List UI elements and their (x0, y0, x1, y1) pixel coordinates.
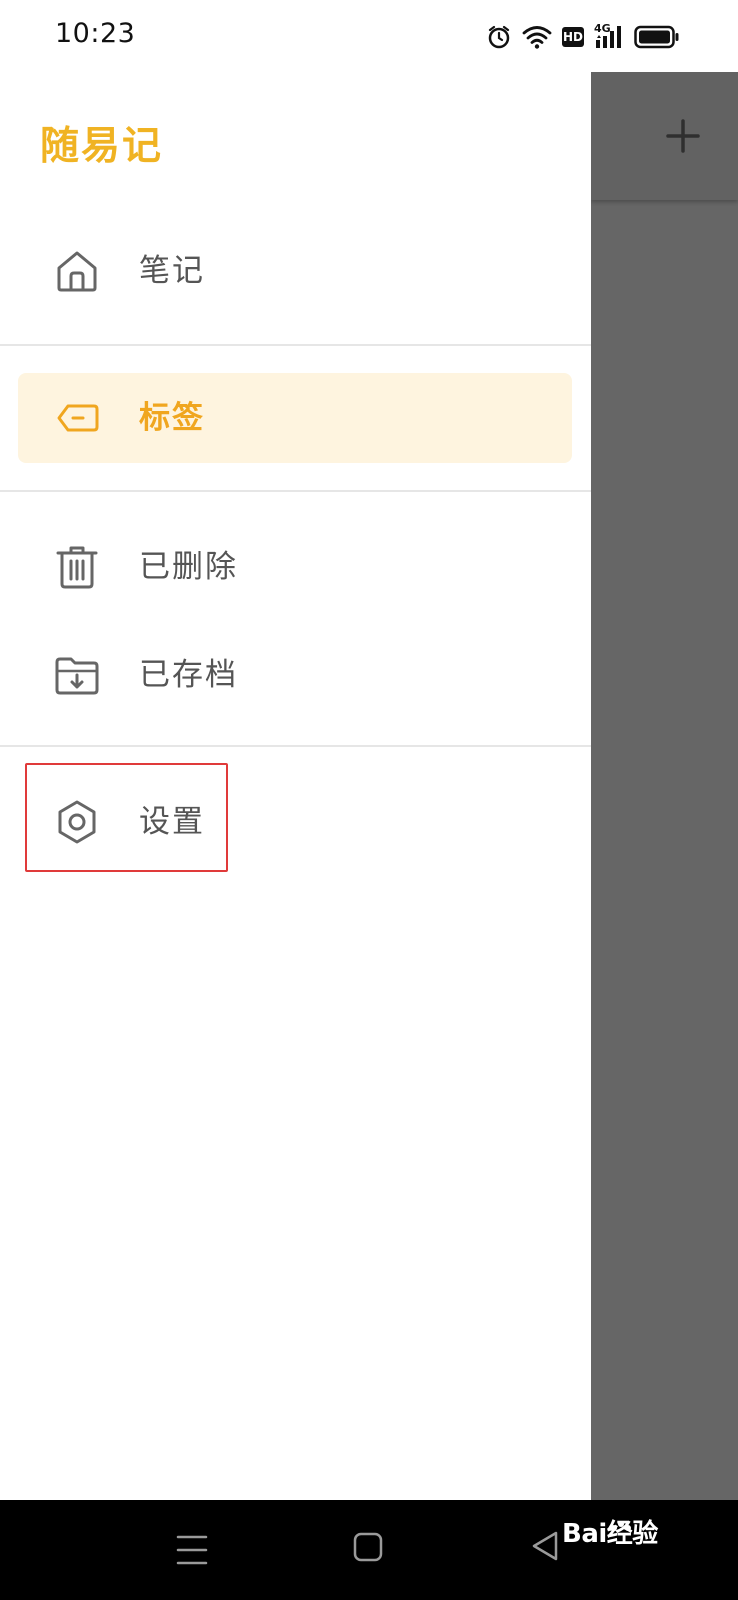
drawer-scrim[interactable] (591, 72, 738, 1500)
drawer-item-label: 笔记 (139, 253, 205, 289)
home-icon (54, 248, 100, 294)
status-bar: 10:23 HD 4G (0, 0, 738, 72)
baidu-watermark: Bai经验 (562, 1504, 702, 1564)
drawer-item-label: 已存档 (139, 657, 238, 693)
status-icons: HD 4G (486, 20, 680, 54)
home-square-icon[interactable] (353, 1532, 383, 1562)
plus-icon[interactable] (663, 116, 703, 156)
alarm-icon (486, 24, 512, 50)
archive-folder-icon (54, 652, 100, 698)
trash-icon (54, 544, 100, 590)
4g-signal-icon: 4G (594, 22, 624, 50)
drawer-item-settings[interactable]: 设置 (18, 777, 572, 867)
wifi-icon (522, 25, 552, 49)
drawer-item-notes[interactable]: 笔记 (18, 226, 572, 316)
drawer-item-label: 已删除 (139, 549, 238, 585)
back-triangle-icon[interactable] (530, 1530, 560, 1562)
drawer-item-archived[interactable]: 已存档 (18, 630, 572, 720)
divider (0, 745, 591, 747)
menu-icon[interactable] (176, 1533, 208, 1567)
gear-icon (54, 799, 100, 845)
divider (0, 490, 591, 492)
status-time: 10:23 (55, 18, 136, 49)
hd-icon: HD (562, 27, 584, 47)
paw-logo-icon (608, 1508, 634, 1568)
drawer-item-label: 设置 (139, 804, 205, 840)
navigation-drawer: 随易记 笔记 标签 已删除 已存档 设置 (0, 72, 591, 1500)
divider (0, 344, 591, 346)
battery-icon (634, 25, 680, 49)
drawer-item-deleted[interactable]: 已删除 (18, 522, 572, 612)
drawer-item-label: 标签 (139, 400, 205, 436)
drawer-item-tags[interactable]: 标签 (18, 373, 572, 463)
app-title: 随易记 (40, 124, 164, 169)
tag-icon (54, 395, 100, 441)
